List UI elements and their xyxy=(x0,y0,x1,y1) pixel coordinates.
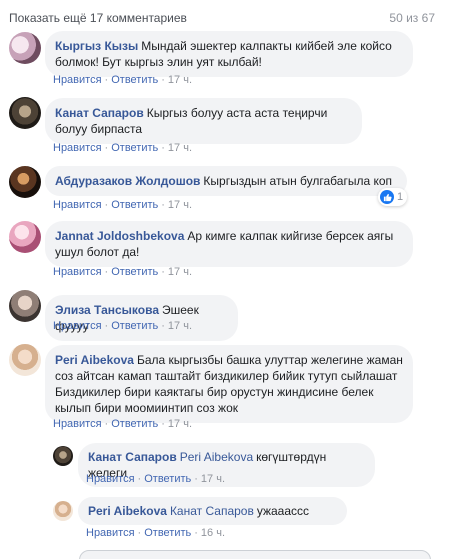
comment-author[interactable]: Элиза Тансыкова xyxy=(55,303,159,317)
comment-time[interactable]: 17 ч. xyxy=(168,320,192,332)
separator: · xyxy=(161,266,165,278)
like-icon xyxy=(380,190,394,204)
reply-button[interactable]: Ответить xyxy=(111,74,158,86)
like-button[interactable]: Нравится xyxy=(53,74,102,86)
separator: · xyxy=(137,527,142,539)
avatar[interactable] xyxy=(9,97,41,129)
reply-button[interactable]: Ответить xyxy=(111,320,158,332)
comment-author[interactable]: Peri Aibekova xyxy=(55,353,134,367)
avatar[interactable] xyxy=(53,501,73,521)
reply-input[interactable] xyxy=(79,550,431,559)
reply-author[interactable]: Канат Сапаров xyxy=(88,450,177,464)
comment-author[interactable]: Jannat Joldoshbekova xyxy=(55,229,184,243)
reply-time[interactable]: 16 ч. xyxy=(201,527,225,539)
separator: · xyxy=(161,74,165,86)
comment-time[interactable]: 17 ч. xyxy=(168,266,192,278)
reply-button[interactable]: Ответить xyxy=(111,266,158,278)
comment-text: Кыргыздын атын булгабагыла коп xyxy=(203,174,393,188)
comment-actions: Нравится · Ответить · 17 ч. xyxy=(53,74,192,86)
like-button[interactable]: Нравится xyxy=(53,418,102,430)
separator: · xyxy=(161,320,165,332)
separator: · xyxy=(104,74,109,86)
reply-author[interactable]: Peri Aibekova xyxy=(88,504,167,518)
like-button[interactable]: Нравится xyxy=(53,142,102,154)
avatar[interactable] xyxy=(9,166,41,198)
reply-button[interactable]: Ответить xyxy=(111,142,158,154)
avatar[interactable] xyxy=(9,221,41,253)
separator: · xyxy=(194,473,198,485)
show-more-comments-link[interactable]: Показать ещё 17 комментариев xyxy=(9,11,187,25)
comment-time[interactable]: 17 ч. xyxy=(168,142,192,154)
separator: · xyxy=(161,199,165,211)
reply-button[interactable]: Ответить xyxy=(111,418,158,430)
avatar[interactable] xyxy=(9,344,41,376)
comment-actions: Нравится · Ответить · 17 ч. xyxy=(53,320,192,332)
like-button[interactable]: Нравится xyxy=(86,473,135,485)
separator: · xyxy=(104,142,109,154)
reply-actions: Нравится · Ответить · 16 ч. xyxy=(86,527,225,539)
separator: · xyxy=(161,418,165,430)
avatar[interactable] xyxy=(53,446,73,466)
reactions-count: 1 xyxy=(397,191,404,203)
reply-mention[interactable]: Peri Aibekova xyxy=(180,450,253,464)
separator: · xyxy=(104,266,109,278)
comment-bubble: Кыргыз Кызы Мындай эшектер калпакты кийбе… xyxy=(45,31,413,77)
separator: · xyxy=(104,418,109,430)
comment-time[interactable]: 17 ч. xyxy=(168,74,192,86)
reply-bubble: Peri Aibekova Канат Сапаров ужааассс xyxy=(78,497,347,525)
like-button[interactable]: Нравится xyxy=(53,266,102,278)
comment-time[interactable]: 17 ч. xyxy=(168,418,192,430)
like-button[interactable]: Нравится xyxy=(86,527,135,539)
avatar[interactable] xyxy=(9,32,41,64)
comments-header: Показать ещё 17 комментариев 50 из 67 xyxy=(0,0,457,34)
comment-author[interactable]: Кыргыз Кызы xyxy=(55,39,138,53)
separator: · xyxy=(104,199,109,211)
reply-actions: Нравится · Ответить · 17 ч. xyxy=(86,473,225,485)
like-button[interactable]: Нравится xyxy=(53,199,102,211)
like-button[interactable]: Нравится xyxy=(53,320,102,332)
reply-time[interactable]: 17 ч. xyxy=(201,473,225,485)
comment-bubble: Peri Aibekova Бала кыргызбы башка улуттар… xyxy=(45,345,413,423)
reactions-badge[interactable]: 1 xyxy=(378,188,408,206)
reply-text: ужааассс xyxy=(256,504,310,518)
separator: · xyxy=(104,320,109,332)
comment-author[interactable]: Абдуразаков Жолдошов xyxy=(55,174,200,188)
separator: · xyxy=(137,473,142,485)
comment-actions: Нравится · Ответить · 17 ч. xyxy=(53,418,192,430)
comment-time[interactable]: 17 ч. xyxy=(168,199,192,211)
comment-author[interactable]: Канат Сапаров xyxy=(55,106,144,120)
reply-button[interactable]: Ответить xyxy=(144,527,191,539)
comment-bubble: Элиза Тансыкова Эшеек фуууу xyxy=(45,295,238,341)
comment-actions: Нравится · Ответить · 17 ч. xyxy=(53,266,192,278)
comment-actions: Нравится · Ответить · 17 ч. xyxy=(53,199,192,211)
reply-mention[interactable]: Канат Сапаров xyxy=(170,504,254,518)
comments-counter: 50 из 67 xyxy=(389,11,435,25)
avatar[interactable] xyxy=(9,290,41,322)
reply-button[interactable]: Ответить xyxy=(111,199,158,211)
reply-button[interactable]: Ответить xyxy=(144,473,191,485)
comment-bubble: Канат Сапаров Кыргыз болуу аста аста теңи… xyxy=(45,98,362,144)
separator: · xyxy=(161,142,165,154)
separator: · xyxy=(194,527,198,539)
comment-actions: Нравится · Ответить · 17 ч. xyxy=(53,142,192,154)
comment-bubble: Jannat Joldoshbekova Ар кимге калпак кийг… xyxy=(45,221,413,267)
comment-bubble: Абдуразаков Жолдошов Кыргыздын атын булга… xyxy=(45,166,407,196)
